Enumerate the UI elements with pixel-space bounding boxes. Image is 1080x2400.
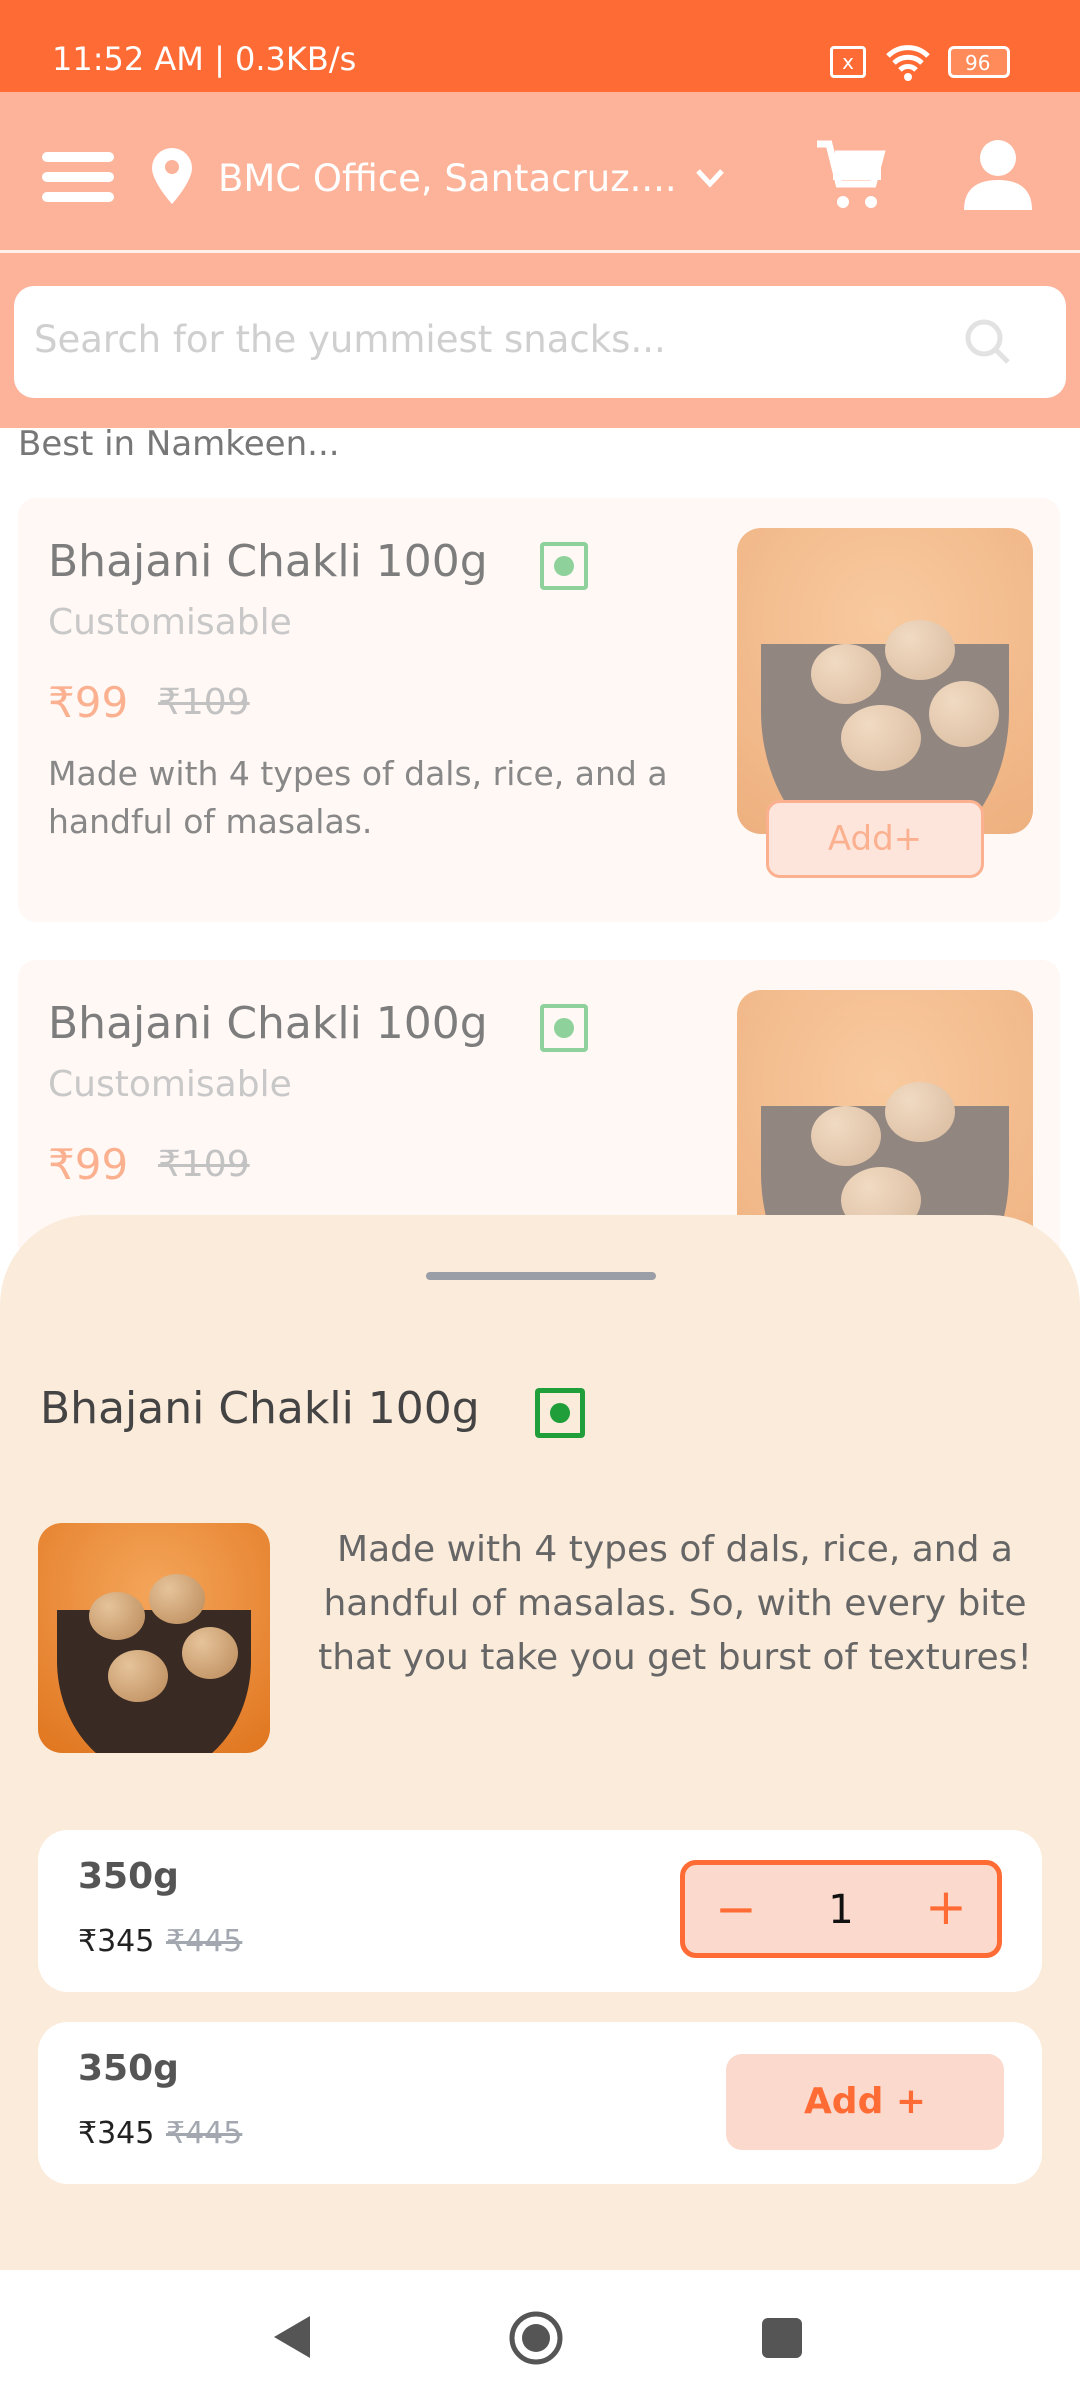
add-button[interactable]: Add+ [766,800,984,878]
variant-price: ₹345 [78,2116,155,2151]
location-pin-icon [152,148,192,204]
drag-handle[interactable] [426,1272,656,1280]
search-icon[interactable] [964,318,1014,368]
product-mrp: ₹109 [158,1144,250,1185]
variant-option: 350g ₹345 ₹445 Add + [38,2022,1042,2184]
product-price: ₹99 [48,678,129,727]
product-tag: Customisable [48,602,292,643]
product-bottom-sheet: Bhajani Chakli 100g Made with 4 types of… [0,1215,1080,2270]
system-nav-bar [0,2270,1080,2400]
product-card[interactable]: Bhajani Chakli 100g Customisable ₹99 ₹10… [18,498,1060,922]
variant-option: 350g ₹345 ₹445 − 1 + [38,1830,1042,1992]
cart-icon[interactable] [815,140,887,212]
recents-icon[interactable] [762,2318,802,2358]
variant-price: ₹345 [78,1924,155,1959]
user-icon[interactable] [962,138,1034,210]
back-icon[interactable] [272,2314,312,2360]
sheet-description: Made with 4 types of dals, rice, and a h… [318,1529,1032,1678]
status-time: 11:52 AM | 0.3KB/s [52,40,357,78]
veg-icon [540,1004,588,1052]
product-image [737,528,1033,834]
variant-size: 350g [78,1856,179,1897]
chevron-down-icon [695,169,724,188]
header-divider [0,250,1080,253]
product-price: ₹99 [48,1140,129,1189]
status-bar: 11:52 AM | 0.3KB/s x 96 [0,0,1080,92]
product-name: Bhajani Chakli 100g [48,998,488,1049]
add-button[interactable]: Add + [726,2054,1004,2150]
battery-icon: 96 [948,46,1010,78]
increment-button[interactable]: + [925,1881,967,1933]
variant-size: 350g [78,2048,179,2089]
veg-icon [535,1388,585,1438]
search-input[interactable]: Search for the yummiest snacks... [14,286,1066,398]
wifi-icon [886,45,930,81]
product-tag: Customisable [48,1064,292,1105]
product-mrp: ₹109 [158,682,250,723]
menu-icon[interactable] [42,152,114,202]
location-label: BMC Office, Santacruz.... [218,156,677,200]
home-icon[interactable] [508,2310,564,2366]
product-image [38,1523,270,1753]
location-selector[interactable]: BMC Office, Santacruz.... [218,148,725,208]
product-name: Bhajani Chakli 100g [48,536,488,587]
variant-mrp: ₹445 [166,2116,243,2151]
section-title: Best in Namkeen... [18,424,340,464]
sheet-title: Bhajani Chakli 100g [40,1383,480,1434]
quantity-stepper[interactable]: − 1 + [680,1860,1002,1958]
sim-x-icon: x [830,46,866,78]
product-description: Made with 4 types of dals, rice, and a h… [48,754,668,841]
variant-mrp: ₹445 [166,1924,243,1959]
veg-icon [540,542,588,590]
